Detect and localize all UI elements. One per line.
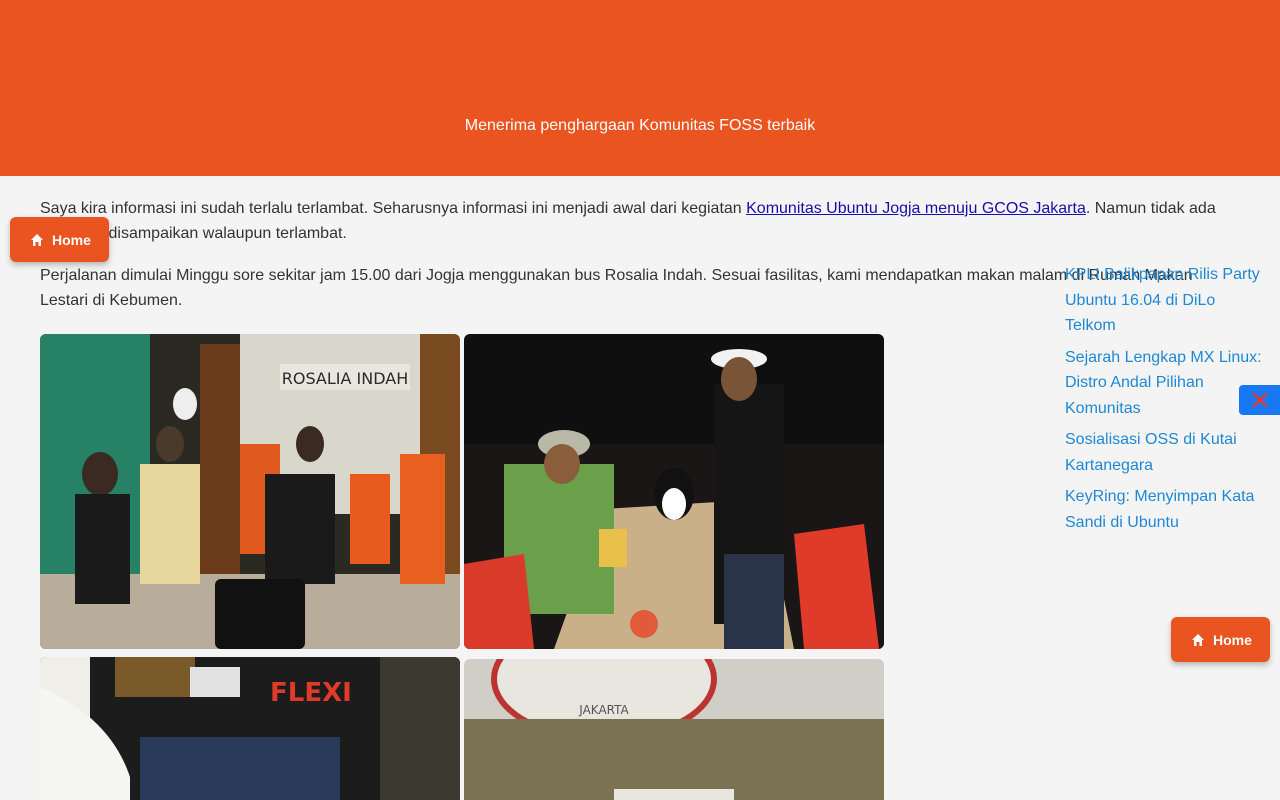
- home-button-label: Home: [1213, 631, 1252, 648]
- p1-text-before: Saya kira informasi ini sudah terlalu te…: [40, 200, 747, 217]
- related-post-link[interactable]: Sosialisasi OSS di Kutai Kartanegara: [1065, 427, 1270, 478]
- flexi-sign-text: FLEXI: [270, 678, 352, 708]
- home-button-left[interactable]: Home: [10, 217, 109, 262]
- related-post-link[interactable]: KeyRing: Menyimpan Kata Sandi di Ubuntu: [1065, 484, 1270, 535]
- photo-flexi-booth[interactable]: FLEXI: [40, 657, 460, 800]
- home-icon: [31, 233, 43, 246]
- header-subtitle: Menerima penghargaan Komunitas FOSS terb…: [464, 117, 816, 134]
- article-paragraph-1: Saya kira informasi ini sudah terlalu te…: [40, 196, 1220, 246]
- home-button-label: Home: [52, 231, 91, 248]
- article-paragraph-2: Perjalanan dimulai Minggu sore sekitar j…: [40, 267, 1193, 309]
- bus-sign-text: ROSALIA INDAH: [282, 369, 408, 388]
- photo-restaurant[interactable]: [464, 334, 884, 649]
- photo-bus-terminal[interactable]: ROSALIA INDAH: [40, 334, 460, 649]
- article-content: Saya kira informasi ini sudah terlalu te…: [40, 196, 1220, 330]
- photo-jakarta-sign[interactable]: JAKARTA: [464, 659, 884, 800]
- close-icon: [1252, 392, 1267, 408]
- jakarta-sign-text: JAKARTA: [578, 703, 629, 717]
- site-header: Menerima penghargaan Komunitas FOSS terb…: [0, 0, 1280, 176]
- home-button-right[interactable]: Home: [1171, 617, 1270, 662]
- close-button[interactable]: [1239, 385, 1280, 415]
- gcos-jakarta-link[interactable]: Komunitas Ubuntu Jogja menuju GCOS Jakar…: [746, 200, 1086, 217]
- related-post-link[interactable]: KPLI Balikpapan Rilis Party Ubuntu 16.04…: [1065, 262, 1270, 339]
- home-icon: [1192, 633, 1204, 646]
